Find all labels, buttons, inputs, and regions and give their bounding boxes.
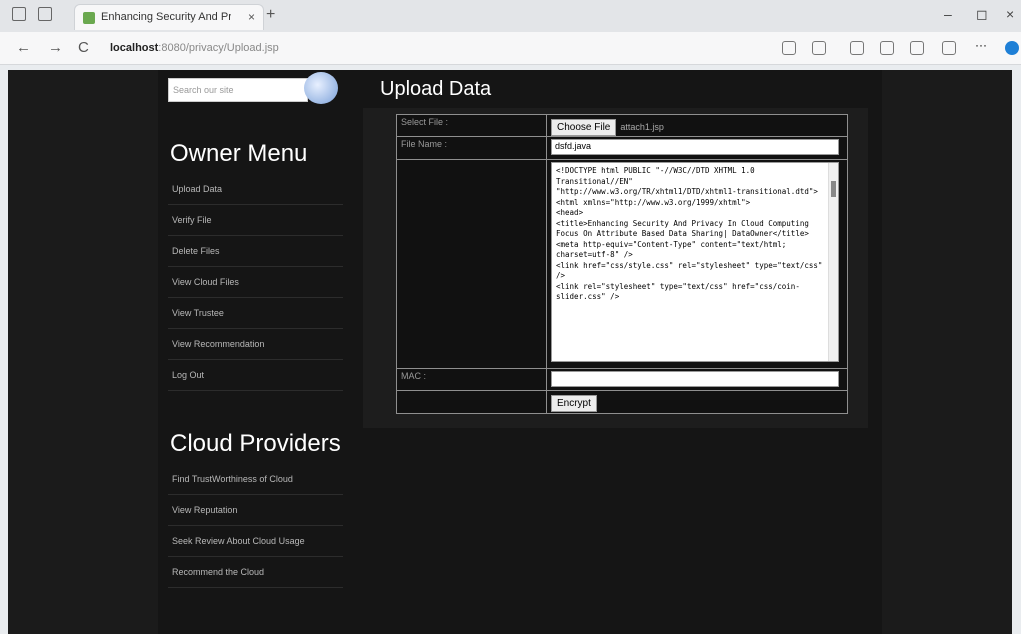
mac-row: MAC : [397, 369, 847, 391]
maximize-button[interactable]: ◻ [976, 6, 988, 23]
mac-field[interactable] [551, 371, 839, 387]
menu-find-trustworthiness[interactable]: Find TrustWorthiness of Cloud [168, 464, 343, 495]
select-file-row: Select File : Choose File attach1.jsp [397, 115, 847, 137]
more-menu-icon[interactable]: ··· [975, 38, 989, 52]
content-row: <!DOCTYPE html PUBLIC "-//W3C//DTD XHTML… [397, 160, 847, 369]
read-aloud-icon[interactable] [782, 41, 796, 55]
minimize-button[interactable]: – [944, 6, 952, 22]
menu-log-out[interactable]: Log Out [168, 360, 343, 391]
back-button[interactable]: ← [16, 39, 31, 56]
split-screen-icon[interactable] [850, 41, 864, 55]
forward-button[interactable]: → [48, 39, 63, 56]
menu-delete-files[interactable]: Delete Files [168, 236, 343, 267]
owner-menu-heading: Owner Menu [170, 140, 308, 167]
file-name-field[interactable]: dsfd.java [551, 139, 839, 155]
textarea-scrollbar[interactable] [828, 163, 838, 361]
tab-favicon-icon [83, 12, 95, 24]
url-path: :8080/privacy/Upload.jsp [158, 42, 279, 54]
menu-recommend-cloud[interactable]: Recommend the Cloud [168, 557, 343, 588]
select-file-label: Select File : [397, 115, 547, 136]
web-page: Search our site Owner Menu Upload Data V… [8, 70, 1012, 634]
url-host: localhost [110, 42, 159, 54]
encrypt-row: Encrypt [397, 391, 847, 413]
tab-title: Enhancing Security And Privacy [101, 11, 231, 23]
menu-view-cloud-files[interactable]: View Cloud Files [168, 267, 343, 298]
encrypt-button[interactable]: Encrypt [551, 395, 597, 412]
cloud-menu: Find TrustWorthiness of Cloud View Reput… [168, 464, 343, 588]
extensions-icon[interactable] [942, 41, 956, 55]
address-bar-row: ← → C localhost:8080/privacy/Upload.jsp … [0, 32, 1021, 65]
menu-seek-review[interactable]: Seek Review About Cloud Usage [168, 526, 343, 557]
file-content-text: <!DOCTYPE html PUBLIC "-//W3C//DTD XHTML… [556, 166, 823, 301]
menu-view-reputation[interactable]: View Reputation [168, 495, 343, 526]
browser-tab[interactable]: Enhancing Security And Privacy × [74, 4, 264, 30]
chosen-file-name: attach1.jsp [620, 122, 664, 132]
new-tab-button[interactable]: + [266, 6, 275, 24]
scrollbar-thumb[interactable] [831, 181, 836, 197]
menu-verify-file[interactable]: Verify File [168, 205, 343, 236]
favorite-star-icon[interactable] [812, 41, 826, 55]
file-name-label: File Name : [397, 137, 547, 159]
workspaces-icon[interactable] [38, 7, 52, 21]
profile-icon[interactable] [12, 7, 26, 21]
menu-upload-data[interactable]: Upload Data [168, 174, 343, 205]
tab-close-button[interactable]: × [248, 10, 255, 24]
mac-label: MAC : [397, 369, 547, 390]
window-close-button[interactable]: × [1006, 6, 1014, 22]
page-title: Upload Data [380, 78, 492, 100]
favorites-icon[interactable] [880, 41, 894, 55]
upload-form: Select File : Choose File attach1.jsp Fil… [396, 114, 848, 414]
copilot-icon[interactable] [1005, 41, 1019, 55]
reload-button[interactable]: C [78, 39, 89, 56]
collections-icon[interactable] [910, 41, 924, 55]
file-name-row: File Name : dsfd.java [397, 137, 847, 160]
url-field[interactable]: localhost:8080/privacy/Upload.jsp [110, 38, 770, 58]
cloud-providers-heading: Cloud Providers [170, 430, 341, 457]
file-content-textarea[interactable]: <!DOCTYPE html PUBLIC "-//W3C//DTD XHTML… [551, 162, 839, 362]
page-right-margin [882, 70, 1012, 634]
page-left-margin [8, 70, 158, 634]
menu-view-trustee[interactable]: View Trustee [168, 298, 343, 329]
choose-file-button[interactable]: Choose File [551, 119, 617, 136]
menu-view-recommendation[interactable]: View Recommendation [168, 329, 343, 360]
browser-tab-bar: Enhancing Security And Privacy × + – ◻ × [0, 0, 1021, 32]
owner-menu: Upload Data Verify File Delete Files Vie… [168, 174, 343, 391]
search-input[interactable]: Search our site [168, 78, 308, 102]
search-button[interactable] [304, 72, 338, 104]
